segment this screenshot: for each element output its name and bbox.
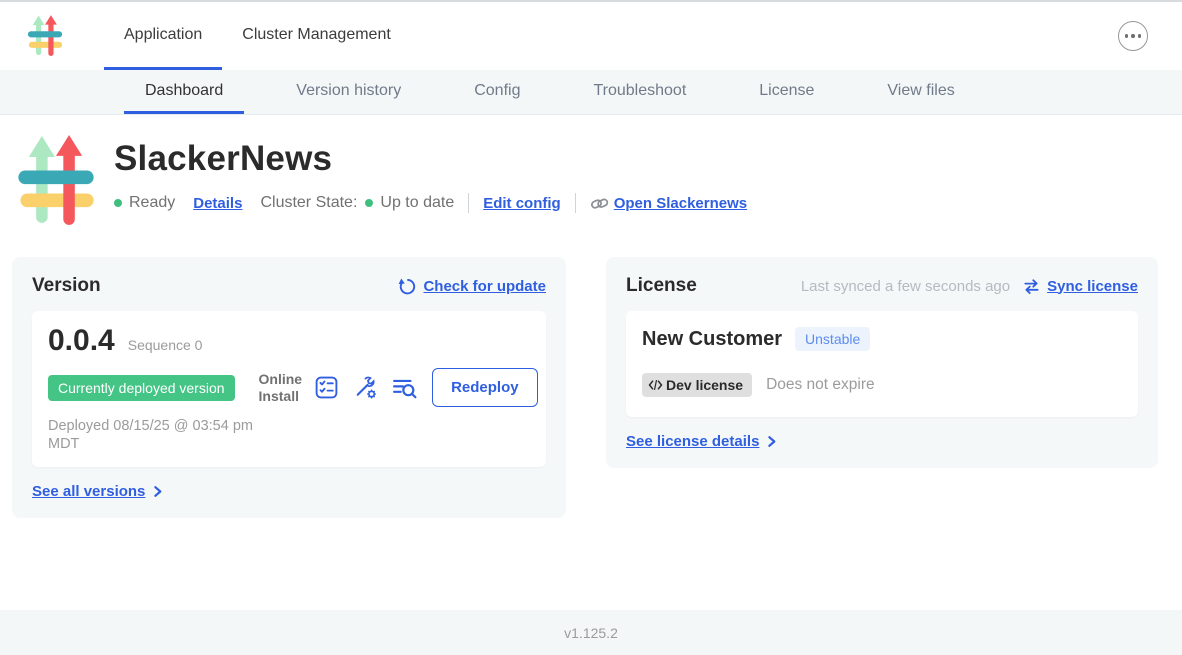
app-logo-small xyxy=(26,2,64,70)
status-details-link[interactable]: Details xyxy=(193,195,242,212)
subnav-version-history[interactable]: Version history xyxy=(275,70,422,114)
license-card-header: License Last synced a few seconds ago Sy… xyxy=(626,275,1138,297)
top-navbar: Application Cluster Management xyxy=(0,2,1182,70)
license-type-badge: Dev license xyxy=(642,373,752,397)
subnav-license[interactable]: License xyxy=(738,70,835,114)
chain-link-icon xyxy=(590,194,609,213)
ellipsis-dot xyxy=(1125,34,1129,38)
status-divider xyxy=(575,193,576,213)
version-action-icons xyxy=(314,375,418,400)
overflow-menu-button[interactable] xyxy=(1118,21,1148,51)
license-expiry: Does not expire xyxy=(766,376,875,394)
version-number: 0.0.4 xyxy=(48,324,115,358)
page-title: SlackerNews xyxy=(114,139,747,179)
sync-arrows-icon xyxy=(1022,277,1041,296)
license-panel: New Customer Unstable Dev license Does n… xyxy=(626,311,1138,417)
tab-cluster-management[interactable]: Cluster Management xyxy=(222,2,411,70)
log-search-icon[interactable] xyxy=(391,376,418,400)
wrench-gear-icon[interactable] xyxy=(352,375,378,400)
topbar-spacer xyxy=(411,2,1118,70)
redeploy-button[interactable]: Redeploy xyxy=(432,368,538,407)
checklist-icon[interactable] xyxy=(314,375,339,400)
deployed-timestamp: Deployed 08/15/25 @ 03:54 pm MDT xyxy=(48,417,288,453)
customer-name: New Customer xyxy=(642,328,782,351)
license-type-label: Dev license xyxy=(666,377,743,393)
install-type-label: Online Install xyxy=(259,371,303,403)
version-card-title: Version xyxy=(32,275,101,297)
chevron-right-icon xyxy=(765,435,778,448)
top-tabs: Application Cluster Management xyxy=(104,2,411,70)
code-icon xyxy=(648,379,663,391)
subnav-dashboard[interactable]: Dashboard xyxy=(124,70,244,114)
version-sequence: Sequence 0 xyxy=(128,337,203,353)
cluster-state-label: Cluster State: xyxy=(260,194,357,212)
last-synced-text: Last synced a few seconds ago xyxy=(801,278,1010,295)
ellipsis-dot xyxy=(1131,34,1135,38)
sync-license-link[interactable]: Sync license xyxy=(1047,278,1138,295)
see-license-details-link[interactable]: See license details xyxy=(626,433,759,450)
dashboard-cards: Version Check for update 0.0.4 Sequence … xyxy=(12,257,1170,518)
see-all-versions-link[interactable]: See all versions xyxy=(32,483,145,500)
deployed-badge: Currently deployed version xyxy=(48,375,235,401)
refresh-icon xyxy=(397,277,416,296)
ellipsis-dot xyxy=(1138,34,1142,38)
cluster-state-dot xyxy=(365,199,373,207)
subnav-config[interactable]: Config xyxy=(453,70,541,114)
subnav-troubleshoot[interactable]: Troubleshoot xyxy=(572,70,707,114)
current-version-panel: 0.0.4 Sequence 0 Currently deployed vers… xyxy=(32,311,546,467)
app-status-dot xyxy=(114,199,122,207)
chevron-right-icon xyxy=(151,485,164,498)
footer-bar: v1.125.2 xyxy=(0,610,1182,655)
channel-badge: Unstable xyxy=(795,327,870,351)
hash-arrows-logo-icon xyxy=(26,15,64,57)
version-card: Version Check for update 0.0.4 Sequence … xyxy=(12,257,566,518)
edit-config-link[interactable]: Edit config xyxy=(483,195,561,212)
app-meta: SlackerNews Ready Details Cluster State:… xyxy=(114,135,747,227)
version-card-header: Version Check for update xyxy=(32,275,546,297)
check-for-update-link[interactable]: Check for update xyxy=(423,278,546,295)
status-divider xyxy=(468,193,469,213)
cluster-state-text: Up to date xyxy=(380,194,454,212)
console-version: v1.125.2 xyxy=(564,625,618,641)
license-card: License Last synced a few seconds ago Sy… xyxy=(606,257,1158,468)
app-status-text: Ready xyxy=(129,194,175,212)
app-header: SlackerNews Ready Details Cluster State:… xyxy=(14,135,1182,227)
app-status-row: Ready Details Cluster State: Up to date … xyxy=(114,193,747,213)
open-app-link[interactable]: Open Slackernews xyxy=(614,195,747,212)
app-subnav: Dashboard Version history Config Trouble… xyxy=(0,70,1182,115)
app-logo-large xyxy=(14,135,98,227)
license-card-title: License xyxy=(626,275,697,297)
tab-application[interactable]: Application xyxy=(104,2,222,70)
subnav-view-files[interactable]: View files xyxy=(866,70,975,114)
